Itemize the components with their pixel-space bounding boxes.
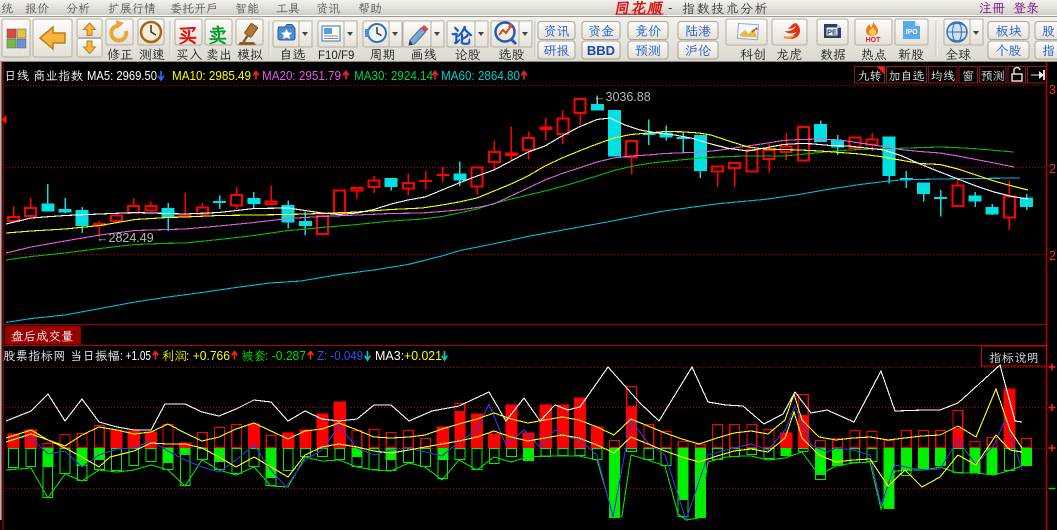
svg-text:2: 2: [1049, 249, 1056, 263]
svg-text:MA10: 2985.49: MA10: 2985.49: [172, 69, 251, 83]
svg-text:PE: PE: [827, 28, 837, 37]
svg-text:+0.021: +0.021: [404, 349, 442, 363]
svg-text:BBD: BBD: [587, 43, 615, 58]
svg-text:MA30: 2924.14: MA30: 2924.14: [354, 69, 433, 83]
svg-text:F10/F9: F10/F9: [318, 50, 354, 62]
svg-text:3: 3: [1049, 83, 1056, 97]
svg-text:←3036.88: ←3036.88: [593, 90, 651, 104]
svg-text:: +0.766: : +0.766: [186, 349, 230, 363]
svg-text:MA3:: MA3:: [375, 349, 404, 363]
svg-text:-: -: [668, 0, 672, 15]
svg-text:HOT: HOT: [866, 37, 882, 44]
svg-text:IPO: IPO: [905, 29, 918, 36]
svg-text:Z: -0.049: Z: -0.049: [317, 349, 363, 363]
svg-text:MA20: 2951.79: MA20: 2951.79: [262, 69, 341, 83]
svg-text:←2824.49: ←2824.49: [96, 231, 154, 245]
svg-text:MA5: 2969.50: MA5: 2969.50: [87, 69, 157, 83]
svg-text:: +1.05: : +1.05: [120, 349, 151, 363]
svg-text:: -0.287: : -0.287: [265, 349, 306, 363]
svg-text:2: 2: [1049, 162, 1056, 176]
svg-text:MA60: 2864.80: MA60: 2864.80: [441, 69, 520, 83]
